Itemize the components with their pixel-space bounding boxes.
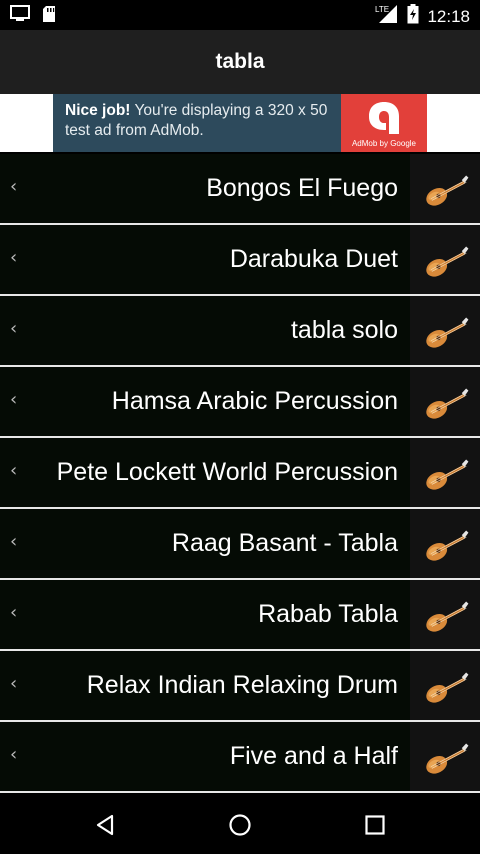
list-item[interactable]: ‹ Hamsa Arabic Percussion	[0, 367, 480, 438]
list-item-label: Relax Indian Relaxing Drum	[86, 671, 398, 699]
oud-icon	[410, 225, 480, 294]
list-item-label: tabla solo	[290, 316, 398, 344]
chevron-left-icon: ‹	[10, 247, 18, 268]
navigation-bar	[0, 796, 480, 854]
ad-text: Nice job! You're displaying a 320 x 50 t…	[65, 101, 340, 141]
app-bar: tabla	[0, 30, 480, 94]
chevron-left-icon: ‹	[10, 673, 18, 694]
chevron-left-icon: ‹	[10, 318, 18, 339]
network-type: LTE	[375, 5, 389, 14]
oud-icon	[410, 367, 480, 436]
status-right: LTE 12:18	[375, 4, 470, 29]
ad-headline: Nice job!	[65, 102, 131, 119]
chevron-left-icon: ‹	[10, 389, 18, 410]
home-icon	[229, 814, 251, 836]
chevron-left-icon: ‹	[10, 744, 18, 765]
oud-icon	[410, 509, 480, 578]
oud-icon	[410, 438, 480, 507]
ad-strip: Nice job! You're displaying a 320 x 50 t…	[0, 94, 480, 152]
oud-icon	[410, 296, 480, 365]
chevron-left-icon: ‹	[10, 176, 18, 197]
recents-button[interactable]	[355, 808, 395, 842]
track-list: ‹ Bongos El Fuego ‹ Darabuka Duet ‹ tabl…	[0, 154, 480, 794]
ad-caption: AdMob by Google	[351, 139, 417, 148]
chevron-left-icon: ‹	[10, 460, 18, 481]
oud-icon	[410, 580, 480, 649]
list-item[interactable]: ‹ Bongos El Fuego	[0, 154, 480, 225]
sd-card-icon	[42, 5, 56, 28]
oud-icon	[410, 154, 480, 223]
list-item-label: Hamsa Arabic Percussion	[111, 387, 398, 415]
status-time: 12:18	[427, 6, 470, 26]
list-item-label: Rabab Tabla	[258, 600, 398, 628]
status-bar: LTE 12:18	[0, 0, 480, 30]
status-left	[10, 5, 56, 28]
list-item[interactable]: ‹ Rabab Tabla	[0, 580, 480, 651]
list-item-label: Darabuka Duet	[229, 245, 398, 273]
list-item-label: Raag Basant - Tabla	[171, 529, 398, 557]
list-item-label: Five and a Half	[229, 742, 398, 770]
chevron-left-icon: ‹	[10, 602, 18, 623]
list-item[interactable]: ‹ tabla solo	[0, 296, 480, 367]
admob-badge[interactable]: AdMob by Google	[341, 94, 427, 152]
list-item[interactable]: ‹ Pete Lockett World Percussion	[0, 438, 480, 509]
recents-icon	[365, 815, 385, 835]
admob-logo-icon	[369, 102, 399, 134]
back-button[interactable]	[85, 808, 125, 842]
chevron-left-icon: ‹	[10, 531, 18, 552]
ad-banner[interactable]: Nice job! You're displaying a 320 x 50 t…	[53, 94, 427, 152]
list-item-label: Bongos El Fuego	[206, 174, 398, 202]
list-item[interactable]: ‹ Five and a Half	[0, 722, 480, 793]
list-item[interactable]: ‹ Relax Indian Relaxing Drum	[0, 651, 480, 722]
list-item[interactable]: ‹ Darabuka Duet	[0, 225, 480, 296]
list-item-label: Pete Lockett World Percussion	[56, 458, 398, 486]
home-button[interactable]	[220, 808, 260, 842]
oud-icon	[410, 651, 480, 720]
screen-cast-icon	[10, 5, 30, 28]
signal-icon: LTE	[375, 4, 399, 29]
oud-icon	[410, 722, 480, 791]
page-title: tabla	[215, 50, 265, 73]
back-icon	[96, 814, 114, 836]
battery-icon	[407, 4, 419, 29]
list-item[interactable]: ‹ Raag Basant - Tabla	[0, 509, 480, 580]
